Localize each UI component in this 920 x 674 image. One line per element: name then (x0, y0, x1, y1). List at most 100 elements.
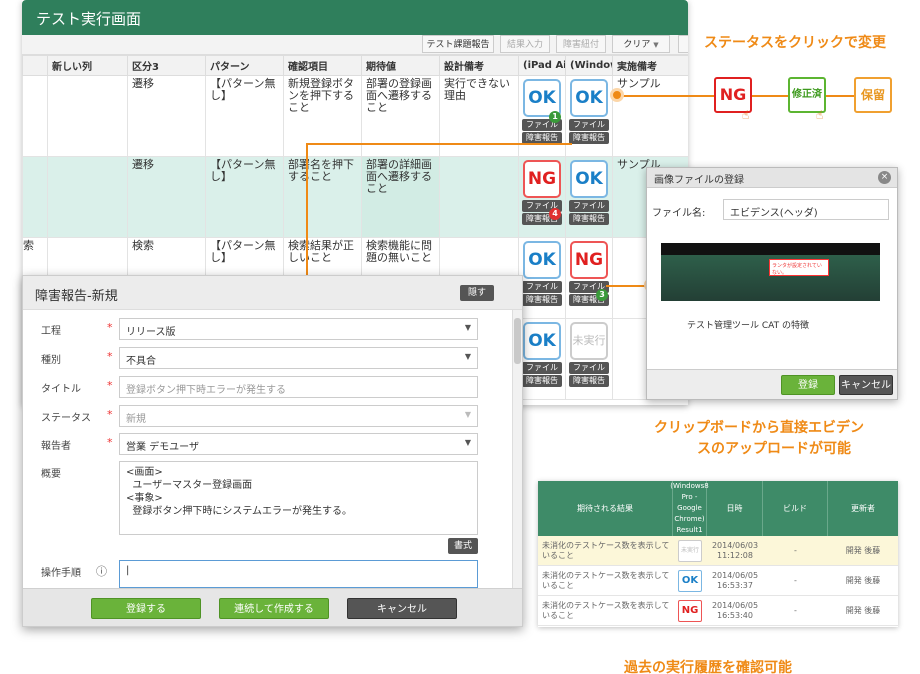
reporter-select[interactable]: 営業 デモユーザ ▼ (119, 433, 478, 455)
field-value: 新規 (126, 414, 146, 425)
table-row[interactable]: 未消化のテストケース数を表示していること OK 2014/06/05 16:53:… (538, 566, 898, 596)
count-badge: 1 (549, 111, 561, 123)
toolbar-extra-button[interactable] (678, 35, 688, 53)
chevron-down-icon: ▼ (653, 41, 659, 49)
time-cell: 11:12:08 (717, 551, 753, 560)
status-button[interactable]: OK (678, 570, 702, 592)
column-header[interactable]: 新しい列 (47, 55, 128, 76)
bug-report-button[interactable]: 障害報告 (569, 375, 609, 387)
column-header: ビルド (763, 481, 828, 536)
time-cell: 16:53:40 (717, 611, 753, 620)
file-button[interactable]: ファイル (569, 119, 609, 131)
type-select[interactable]: 不具合 ▼ (119, 347, 478, 369)
register-continue-button[interactable]: 連続して作成する (219, 598, 329, 619)
expected-cell: 部署の詳細画面へ遷移すること (361, 156, 440, 238)
field-value: 不具合 (126, 356, 156, 367)
design-note-cell (439, 156, 519, 238)
file-button[interactable]: ファイル (522, 362, 562, 374)
execution-history-table: 期待される結果 (Windows8 Pro - Google Chrome) R… (538, 481, 898, 627)
file-button[interactable]: ファイル (569, 200, 609, 212)
column-header: (Windows8 Pro - Google Chrome) Result1 (670, 481, 709, 536)
field-label: 報告者 (41, 441, 71, 452)
date-cell: 2014/06/05 (711, 571, 759, 580)
cursor-icon: ☝ (742, 108, 750, 122)
caret-down-icon: ▼ (464, 352, 471, 361)
status-button[interactable]: OK (523, 241, 561, 279)
field-label: 種別 (41, 355, 61, 366)
status-button[interactable]: 未実行 (678, 540, 702, 562)
bug-report-button[interactable]: 障害報告 (522, 375, 562, 387)
caret-down-icon: ▼ (464, 438, 471, 447)
table-row[interactable]: 遷移 【パターン無し】 部署名を押下すること 部署の詳細画面へ遷移すること NG… (22, 156, 688, 238)
cancel-button[interactable]: キャンセル (347, 598, 457, 619)
dialog-scrollbar[interactable] (512, 310, 522, 588)
column-header[interactable]: 確認項目 (283, 55, 362, 76)
division-cell: 遷移 (127, 75, 206, 157)
status-button[interactable]: NG (570, 241, 608, 279)
column-header: 期待される結果 (538, 481, 673, 536)
summary-textarea[interactable]: <画面> ユーザーマスター登録画面 <事象> 登録ボタン押下時にシステムエラーが… (119, 461, 478, 535)
date-cell: 2014/06/05 (711, 601, 759, 610)
table-row[interactable]: 未消化のテストケース数を表示していること 未実行 2014/06/03 11:12… (538, 536, 898, 566)
field-label: ステータス (41, 413, 91, 424)
bug-report-button[interactable]: 障害報告 (569, 132, 609, 144)
format-button[interactable]: 書式 (448, 538, 478, 554)
history-caption: 過去の実行履歴を確認可能 (624, 660, 792, 674)
process-select[interactable]: リリース版 ▼ (119, 318, 478, 340)
hold-status-sample: 保留 (854, 77, 892, 113)
cancel-button[interactable]: キャンセル (839, 375, 893, 395)
dialog-footer: 登録する 連続して作成する キャンセル (23, 588, 522, 626)
close-icon[interactable]: × (878, 171, 891, 184)
title-input[interactable]: 登録ボタン押下時エラーが発生する (119, 376, 478, 398)
bug-report-button[interactable]: 障害報告 (522, 294, 562, 306)
bug-report-button[interactable]: 障害報告 (569, 213, 609, 225)
steps-textarea[interactable]: | (119, 560, 478, 588)
column-header[interactable]: 実施備考 (612, 55, 688, 76)
column-header[interactable]: (iPad Air (518, 55, 566, 76)
column-header[interactable]: (Window (565, 55, 613, 76)
form-row-type: 種別 * 不具合 ▼ (23, 347, 513, 369)
caret-down-icon: ▼ (464, 410, 471, 419)
status-button[interactable]: NG (523, 160, 561, 198)
window-title: テスト実行画面 (22, 0, 688, 35)
status-button[interactable]: OK (570, 160, 608, 198)
image-upload-dialog: 画像ファイルの登録 × ファイル名: エビデンス(ヘッダ) ランタが設定されてい… (646, 167, 898, 400)
count-badge: 4 (549, 208, 561, 220)
status-button[interactable]: OK (570, 79, 608, 117)
column-header[interactable]: 区分3 (127, 55, 206, 76)
bug-link-button[interactable]: 障害紐付 (556, 35, 606, 53)
count-badge: 3 (596, 289, 608, 301)
register-button[interactable]: 登録 (781, 375, 835, 395)
expected-cell: 未消化のテストケース数を表示していること (542, 571, 670, 590)
hide-button[interactable]: 隠す (460, 285, 494, 301)
status-select[interactable]: 新規 ▼ (119, 405, 478, 427)
register-button[interactable]: 登録する (91, 598, 201, 619)
time-cell: 16:53:37 (717, 581, 753, 590)
bug-report-toolbar-button[interactable]: テスト課題報告 (422, 35, 494, 53)
status-button[interactable]: NG (678, 600, 702, 622)
clear-label: クリア (623, 40, 651, 50)
preview-caption: テスト管理ツール CAT の特徴 (687, 321, 809, 331)
cursor-icon: ☝ (816, 108, 824, 122)
build-cell: - (794, 606, 797, 615)
column-header[interactable]: 設計備考 (439, 55, 519, 76)
required-mark: * (107, 436, 113, 449)
clear-dropdown[interactable]: クリア ▼ (612, 35, 670, 53)
status-button[interactable]: OK (523, 322, 561, 360)
scrollbar-thumb[interactable] (514, 318, 521, 364)
file-button[interactable]: ファイル (522, 281, 562, 293)
caret-down-icon: ▼ (464, 323, 471, 332)
status-flow-caption: ステータスをクリックで変更 (704, 35, 886, 51)
result-input-button[interactable]: 結果入力 (500, 35, 550, 53)
build-cell: - (794, 546, 797, 555)
status-button[interactable]: 未実行 (570, 322, 608, 360)
column-header[interactable]: 期待値 (361, 55, 440, 76)
expected-cell: 未消化のテストケース数を表示していること (542, 601, 670, 620)
file-button[interactable]: ファイル (569, 362, 609, 374)
filename-input[interactable]: エビデンス(ヘッダ) (723, 199, 889, 220)
connector-line (616, 95, 714, 97)
dialog-header: 障害報告-新規 隠す (23, 276, 522, 310)
form-row-status: ステータス * 新規 ▼ (23, 405, 513, 427)
table-row[interactable]: 未消化のテストケース数を表示していること NG 2014/06/05 16:53:… (538, 596, 898, 626)
column-header[interactable]: パターン (205, 55, 284, 76)
